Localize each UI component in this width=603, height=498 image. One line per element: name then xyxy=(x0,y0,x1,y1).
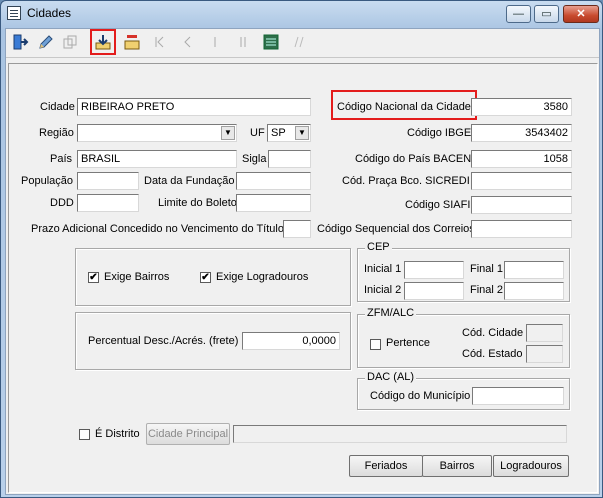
prazo-input[interactable] xyxy=(283,220,311,238)
cep-inicial2-input[interactable] xyxy=(404,282,464,300)
disabled-tool-icon[interactable] xyxy=(288,31,310,53)
dac-group: DAC (AL) Código do Município xyxy=(357,371,570,410)
exige-bairros-label: Exige Bairros xyxy=(104,271,170,283)
check-mark-icon: ✔ xyxy=(89,272,98,283)
list-view-icon[interactable] xyxy=(260,31,282,53)
exit-icon[interactable] xyxy=(10,31,32,53)
exige-group: ✔ Exige Bairros ✔ Exige Logradouros xyxy=(75,248,351,306)
limite-boleto-input[interactable] xyxy=(236,194,311,212)
codigo-seq-correios-input[interactable] xyxy=(471,220,572,238)
ddd-input[interactable] xyxy=(77,194,139,212)
regiao-select[interactable]: ▼ xyxy=(77,124,237,142)
cod-praca-input[interactable] xyxy=(471,172,572,190)
codigo-seq-correios-label: Código Sequencial dos Correios xyxy=(317,223,475,235)
pertence-checkbox[interactable] xyxy=(370,339,381,350)
exige-logradouros-checkbox[interactable]: ✔ xyxy=(200,272,211,283)
save-download-icon[interactable] xyxy=(90,29,116,55)
uf-label: UF xyxy=(250,127,265,139)
delete-folder-icon[interactable] xyxy=(121,31,143,53)
pais-label: País xyxy=(50,153,73,165)
cep-final1-input[interactable] xyxy=(504,261,564,279)
cidade-input[interactable]: RIBEIRAO PRETO xyxy=(77,98,311,116)
distrito-label: É Distrito xyxy=(95,428,140,440)
cidade-principal-button[interactable]: Cidade Principal xyxy=(146,423,230,445)
window-app-icon xyxy=(7,6,21,20)
cep-final2-label: Final 2 xyxy=(470,284,504,296)
codigo-pais-bacen-label: Código do País BACEN xyxy=(355,153,472,165)
toolbar xyxy=(6,29,599,58)
codigo-ibge-label: Código IBGE xyxy=(407,127,472,139)
maximize-button[interactable]: ▭ xyxy=(534,5,559,23)
cod-cidade-input[interactable] xyxy=(526,324,563,342)
cep-inicial1-label: Inicial 1 xyxy=(364,263,402,275)
first-record-icon[interactable] xyxy=(148,31,170,53)
uf-select[interactable]: SP ▼ xyxy=(267,124,311,142)
codigo-nacional-label: Código Nacional da Cidade xyxy=(337,101,471,113)
data-fundacao-input[interactable] xyxy=(236,172,311,190)
sigla-input[interactable] xyxy=(268,150,311,168)
populacao-input[interactable] xyxy=(77,172,139,190)
codigo-ibge-input[interactable]: 3543402 xyxy=(471,124,572,142)
cod-estado-label: Cód. Estado xyxy=(462,348,523,360)
chevron-down-icon[interactable]: ▼ xyxy=(221,126,235,140)
chevron-down-icon[interactable]: ▼ xyxy=(295,126,309,140)
cep-group: CEP Inicial 1 Final 1 Inicial 2 Final 2 xyxy=(357,241,570,302)
bairros-button[interactable]: Bairros xyxy=(422,455,492,477)
distrito-checkbox[interactable] xyxy=(79,429,90,440)
uf-value: SP xyxy=(271,127,286,139)
form-panel: Cidade RIBEIRAO PRETO Região ▼ UF SP ▼ P… xyxy=(8,63,598,493)
sigla-label: Sigla xyxy=(242,153,267,165)
cod-estado-input[interactable] xyxy=(526,345,563,363)
feriados-button[interactable]: Feriados xyxy=(349,455,423,477)
data-fundacao-label: Data da Fundação xyxy=(144,175,235,187)
cidades-window: Cidades — ▭ ✕ Cidade RIBEIRAO PRETO Regi… xyxy=(0,0,603,498)
zfm-title: ZFM/ALC xyxy=(365,307,417,319)
codigo-siafi-input[interactable] xyxy=(471,196,572,214)
cod-cidade-label: Cód. Cidade xyxy=(462,327,524,339)
ddd-label: DDD xyxy=(50,197,74,209)
cep-inicial1-input[interactable] xyxy=(404,261,464,279)
zfm-group: ZFM/ALC Pertence Cód. Cidade Cód. Estado xyxy=(357,307,570,368)
cep-title: CEP xyxy=(365,241,392,253)
codigo-pais-bacen-input[interactable]: 1058 xyxy=(471,150,572,168)
percentual-label: Percentual Desc./Acrés. (frete) xyxy=(88,335,239,347)
codigo-siafi-label: Código SIAFI xyxy=(405,199,471,211)
prev-record-icon[interactable] xyxy=(176,31,198,53)
cep-final1-label: Final 1 xyxy=(470,263,504,275)
minimize-button[interactable]: — xyxy=(506,5,531,23)
pais-input[interactable]: BRASIL xyxy=(77,150,237,168)
limite-boleto-label: Limite do Boleto xyxy=(158,197,237,209)
prazo-label: Prazo Adicional Concedido no Vencimento … xyxy=(31,223,284,235)
codigo-municipio-input[interactable] xyxy=(472,387,564,405)
window-title: Cidades xyxy=(27,6,72,20)
codigo-municipio-label: Código do Município xyxy=(370,390,471,402)
cidade-label: Cidade xyxy=(40,101,75,113)
percentual-input[interactable]: 0,0000 xyxy=(242,332,340,350)
logradouros-button[interactable]: Logradouros xyxy=(493,455,569,477)
title-bar[interactable]: Cidades — ▭ ✕ xyxy=(1,1,602,27)
cidade-principal-input[interactable] xyxy=(233,425,567,443)
populacao-label: População xyxy=(21,175,73,187)
cep-inicial2-label: Inicial 2 xyxy=(364,284,402,296)
exige-logradouros-label: Exige Logradouros xyxy=(216,271,309,283)
pertence-label: Pertence xyxy=(386,337,431,349)
cep-final2-input[interactable] xyxy=(504,282,564,300)
dac-title: DAC (AL) xyxy=(365,371,417,383)
exige-bairros-checkbox[interactable]: ✔ xyxy=(88,272,99,283)
duplicate-icon[interactable] xyxy=(59,31,81,53)
regiao-label: Região xyxy=(39,127,74,139)
close-button[interactable]: ✕ xyxy=(563,5,599,23)
cod-praca-label: Cód. Praça Bco. SICREDI xyxy=(342,175,470,187)
codigo-nacional-input[interactable]: 3580 xyxy=(471,98,572,116)
percentual-group: Percentual Desc./Acrés. (frete) 0,0000 xyxy=(75,312,351,370)
check-mark-icon: ✔ xyxy=(201,272,210,283)
last-record-icon[interactable] xyxy=(232,31,254,53)
next-record-icon[interactable] xyxy=(204,31,226,53)
client-area: Cidade RIBEIRAO PRETO Região ▼ UF SP ▼ P… xyxy=(5,28,600,495)
edit-icon[interactable] xyxy=(35,31,57,53)
